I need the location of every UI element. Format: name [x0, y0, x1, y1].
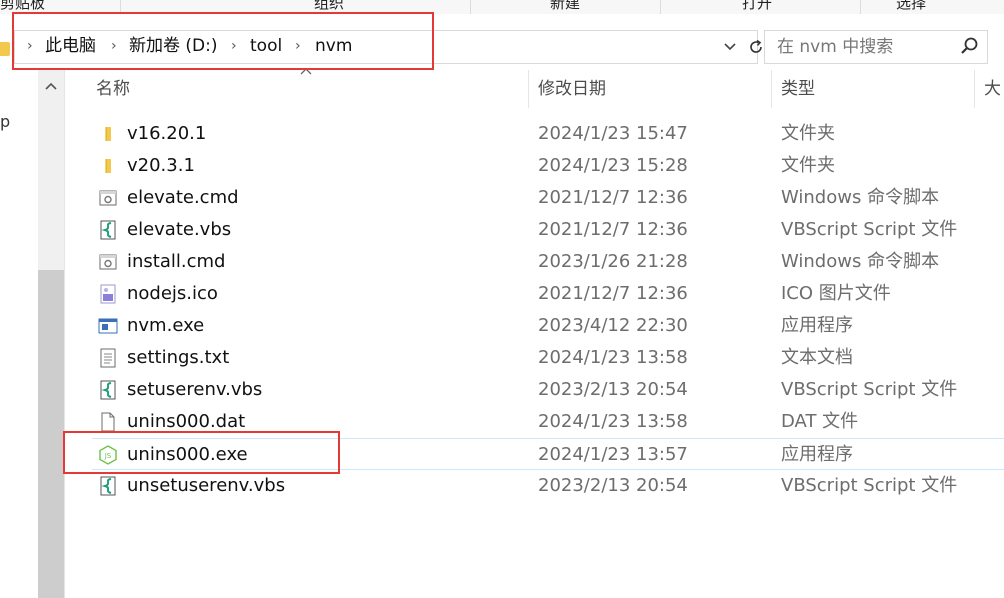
file-name[interactable]: install.cmd — [127, 246, 225, 278]
chevron-right-icon[interactable]: › — [231, 31, 237, 63]
pane-divider — [64, 70, 65, 598]
chevron-right-icon[interactable]: › — [27, 31, 33, 63]
file-type: VBScript Script 文件 — [781, 219, 958, 240]
file-row[interactable]: v20.3.1 2024/1/23 15:28 文件夹 — [92, 150, 1004, 182]
breadcrumb-nvm[interactable]: nvm — [315, 31, 352, 63]
ribbon-group-clipboard[interactable]: 剪贴板 — [0, 0, 45, 13]
file-date: 2021/12/7 12:36 — [538, 283, 688, 304]
file-type: Windows 命令脚本 — [781, 187, 940, 208]
breadcrumb-this-pc[interactable]: 此电脑 — [45, 31, 96, 63]
column-header-date[interactable]: 修改日期 — [538, 70, 606, 108]
nav-scrollbar-thumb[interactable] — [38, 270, 64, 598]
file-date: 2021/12/7 12:36 — [538, 187, 688, 208]
blank-file-icon — [101, 412, 115, 432]
search-box[interactable] — [764, 30, 988, 64]
file-type: 文件夹 — [781, 155, 835, 176]
folder-icon — [0, 42, 10, 56]
file-date: 2024/1/23 15:28 — [538, 155, 688, 176]
ribbon-separator — [470, 0, 471, 14]
ribbon-separator — [860, 0, 861, 14]
column-header-name[interactable]: 名称 — [96, 70, 130, 108]
file-name[interactable]: nvm.exe — [127, 310, 204, 342]
chevron-right-icon[interactable]: › — [295, 31, 301, 63]
file-row[interactable]: unsetuserenv.vbs 2023/2/13 20:54 VBScrip… — [92, 470, 1004, 502]
file-row[interactable]: install.cmd 2023/1/26 21:28 Windows 命令脚本 — [92, 246, 1004, 278]
file-name[interactable]: elevate.vbs — [127, 214, 231, 246]
file-date: 2023/2/13 20:54 — [538, 475, 688, 496]
file-type: ICO 图片文件 — [781, 283, 891, 304]
scroll-up-arrow-icon[interactable] — [38, 74, 64, 94]
cmd-script-icon — [99, 254, 117, 270]
file-date: 2024/1/23 13:58 — [538, 347, 688, 368]
cmd-script-icon — [99, 190, 117, 206]
file-row[interactable]: v16.20.1 2024/1/23 15:47 文件夹 — [92, 118, 1004, 150]
file-date: 2021/12/7 12:36 — [538, 219, 688, 240]
column-separator[interactable] — [528, 70, 529, 108]
column-separator[interactable] — [771, 70, 772, 108]
file-name[interactable]: nodejs.ico — [127, 278, 218, 310]
folder-icon — [105, 159, 111, 173]
file-type: 文件夹 — [781, 123, 835, 144]
column-header-type[interactable]: 类型 — [781, 70, 815, 108]
file-name[interactable]: unins000.dat — [127, 406, 245, 438]
breadcrumb-tool[interactable]: tool — [250, 31, 282, 63]
file-date: 2024/1/23 15:47 — [538, 123, 688, 144]
ribbon-group-select[interactable]: 选择 — [896, 0, 926, 13]
search-input[interactable] — [775, 31, 959, 63]
file-name[interactable]: unsetuserenv.vbs — [127, 470, 285, 502]
file-row[interactable]: unins000.dat 2024/1/23 13:58 DAT 文件 — [92, 406, 1004, 438]
nodejs-app-icon: JS — [99, 445, 117, 465]
column-separator[interactable] — [974, 70, 975, 108]
file-type: VBScript Script 文件 — [781, 379, 958, 400]
file-row[interactable]: nodejs.ico 2021/12/7 12:36 ICO 图片文件 — [92, 278, 1004, 310]
ribbon-separator — [120, 0, 121, 14]
vbs-script-icon — [100, 380, 116, 400]
file-date: 2024/1/23 13:58 — [538, 411, 688, 432]
address-bar[interactable]: › 此电脑 › 新加卷 (D:) › tool › nvm — [14, 30, 762, 64]
file-date: 2023/4/12 22:30 — [538, 315, 688, 336]
column-header-size[interactable]: 大 — [984, 70, 1001, 108]
ribbon-separator — [660, 0, 661, 14]
ico-image-icon — [100, 284, 116, 304]
file-name[interactable]: elevate.cmd — [127, 182, 239, 214]
file-row[interactable]: setuserenv.vbs 2023/2/13 20:54 VBScript … — [92, 374, 1004, 406]
chevron-down-icon[interactable] — [721, 31, 739, 63]
sort-ascending-icon — [300, 64, 312, 78]
vbs-script-icon — [100, 476, 116, 496]
file-row[interactable]: settings.txt 2024/1/23 13:58 文本文档 — [92, 342, 1004, 374]
file-type: DAT 文件 — [781, 411, 859, 432]
search-icon[interactable] — [959, 36, 979, 56]
file-name[interactable]: v20.3.1 — [127, 150, 195, 182]
address-row: › 此电脑 › 新加卷 (D:) › tool › nvm — [0, 14, 1004, 70]
file-type: 文本文档 — [781, 347, 853, 368]
file-name[interactable]: setuserenv.vbs — [127, 374, 262, 406]
file-name[interactable]: unins000.exe — [127, 439, 248, 471]
breadcrumb-volume-d[interactable]: 新加卷 (D:) — [129, 31, 218, 63]
text-document-icon — [100, 348, 116, 368]
file-type: Windows 命令脚本 — [781, 251, 940, 272]
file-row[interactable]: elevate.cmd 2021/12/7 12:36 Windows 命令脚本 — [92, 182, 1004, 214]
file-date: 2023/2/13 20:54 — [538, 379, 688, 400]
file-type: 应用程序 — [781, 315, 853, 336]
file-type: 应用程序 — [781, 444, 853, 465]
svg-text:JS: JS — [104, 452, 112, 460]
file-row[interactable]: elevate.vbs 2021/12/7 12:36 VBScript Scr… — [92, 214, 1004, 246]
file-row-selected[interactable]: JS unins000.exe 2024/1/23 13:57 应用程序 — [92, 438, 1004, 470]
folder-icon — [105, 127, 111, 141]
file-row[interactable]: nvm.exe 2023/4/12 22:30 应用程序 — [92, 310, 1004, 342]
ribbon-group-organize[interactable]: 组织 — [314, 0, 344, 13]
file-name[interactable]: settings.txt — [127, 342, 229, 374]
vbs-script-icon — [100, 220, 116, 240]
nav-partial-label[interactable]: p — [0, 112, 10, 131]
file-date: 2023/1/26 21:28 — [538, 251, 688, 272]
ribbon-group-new[interactable]: 新建 — [550, 0, 580, 13]
ribbon-bar: 剪贴板 组织 新建 打开 选择 — [0, 0, 1004, 14]
file-name[interactable]: v16.20.1 — [127, 118, 206, 150]
file-date: 2024/1/23 13:57 — [538, 444, 688, 465]
chevron-right-icon[interactable]: › — [111, 31, 117, 63]
ribbon-group-open[interactable]: 打开 — [742, 0, 772, 13]
file-type: VBScript Script 文件 — [781, 475, 958, 496]
exe-app-icon — [98, 318, 118, 334]
